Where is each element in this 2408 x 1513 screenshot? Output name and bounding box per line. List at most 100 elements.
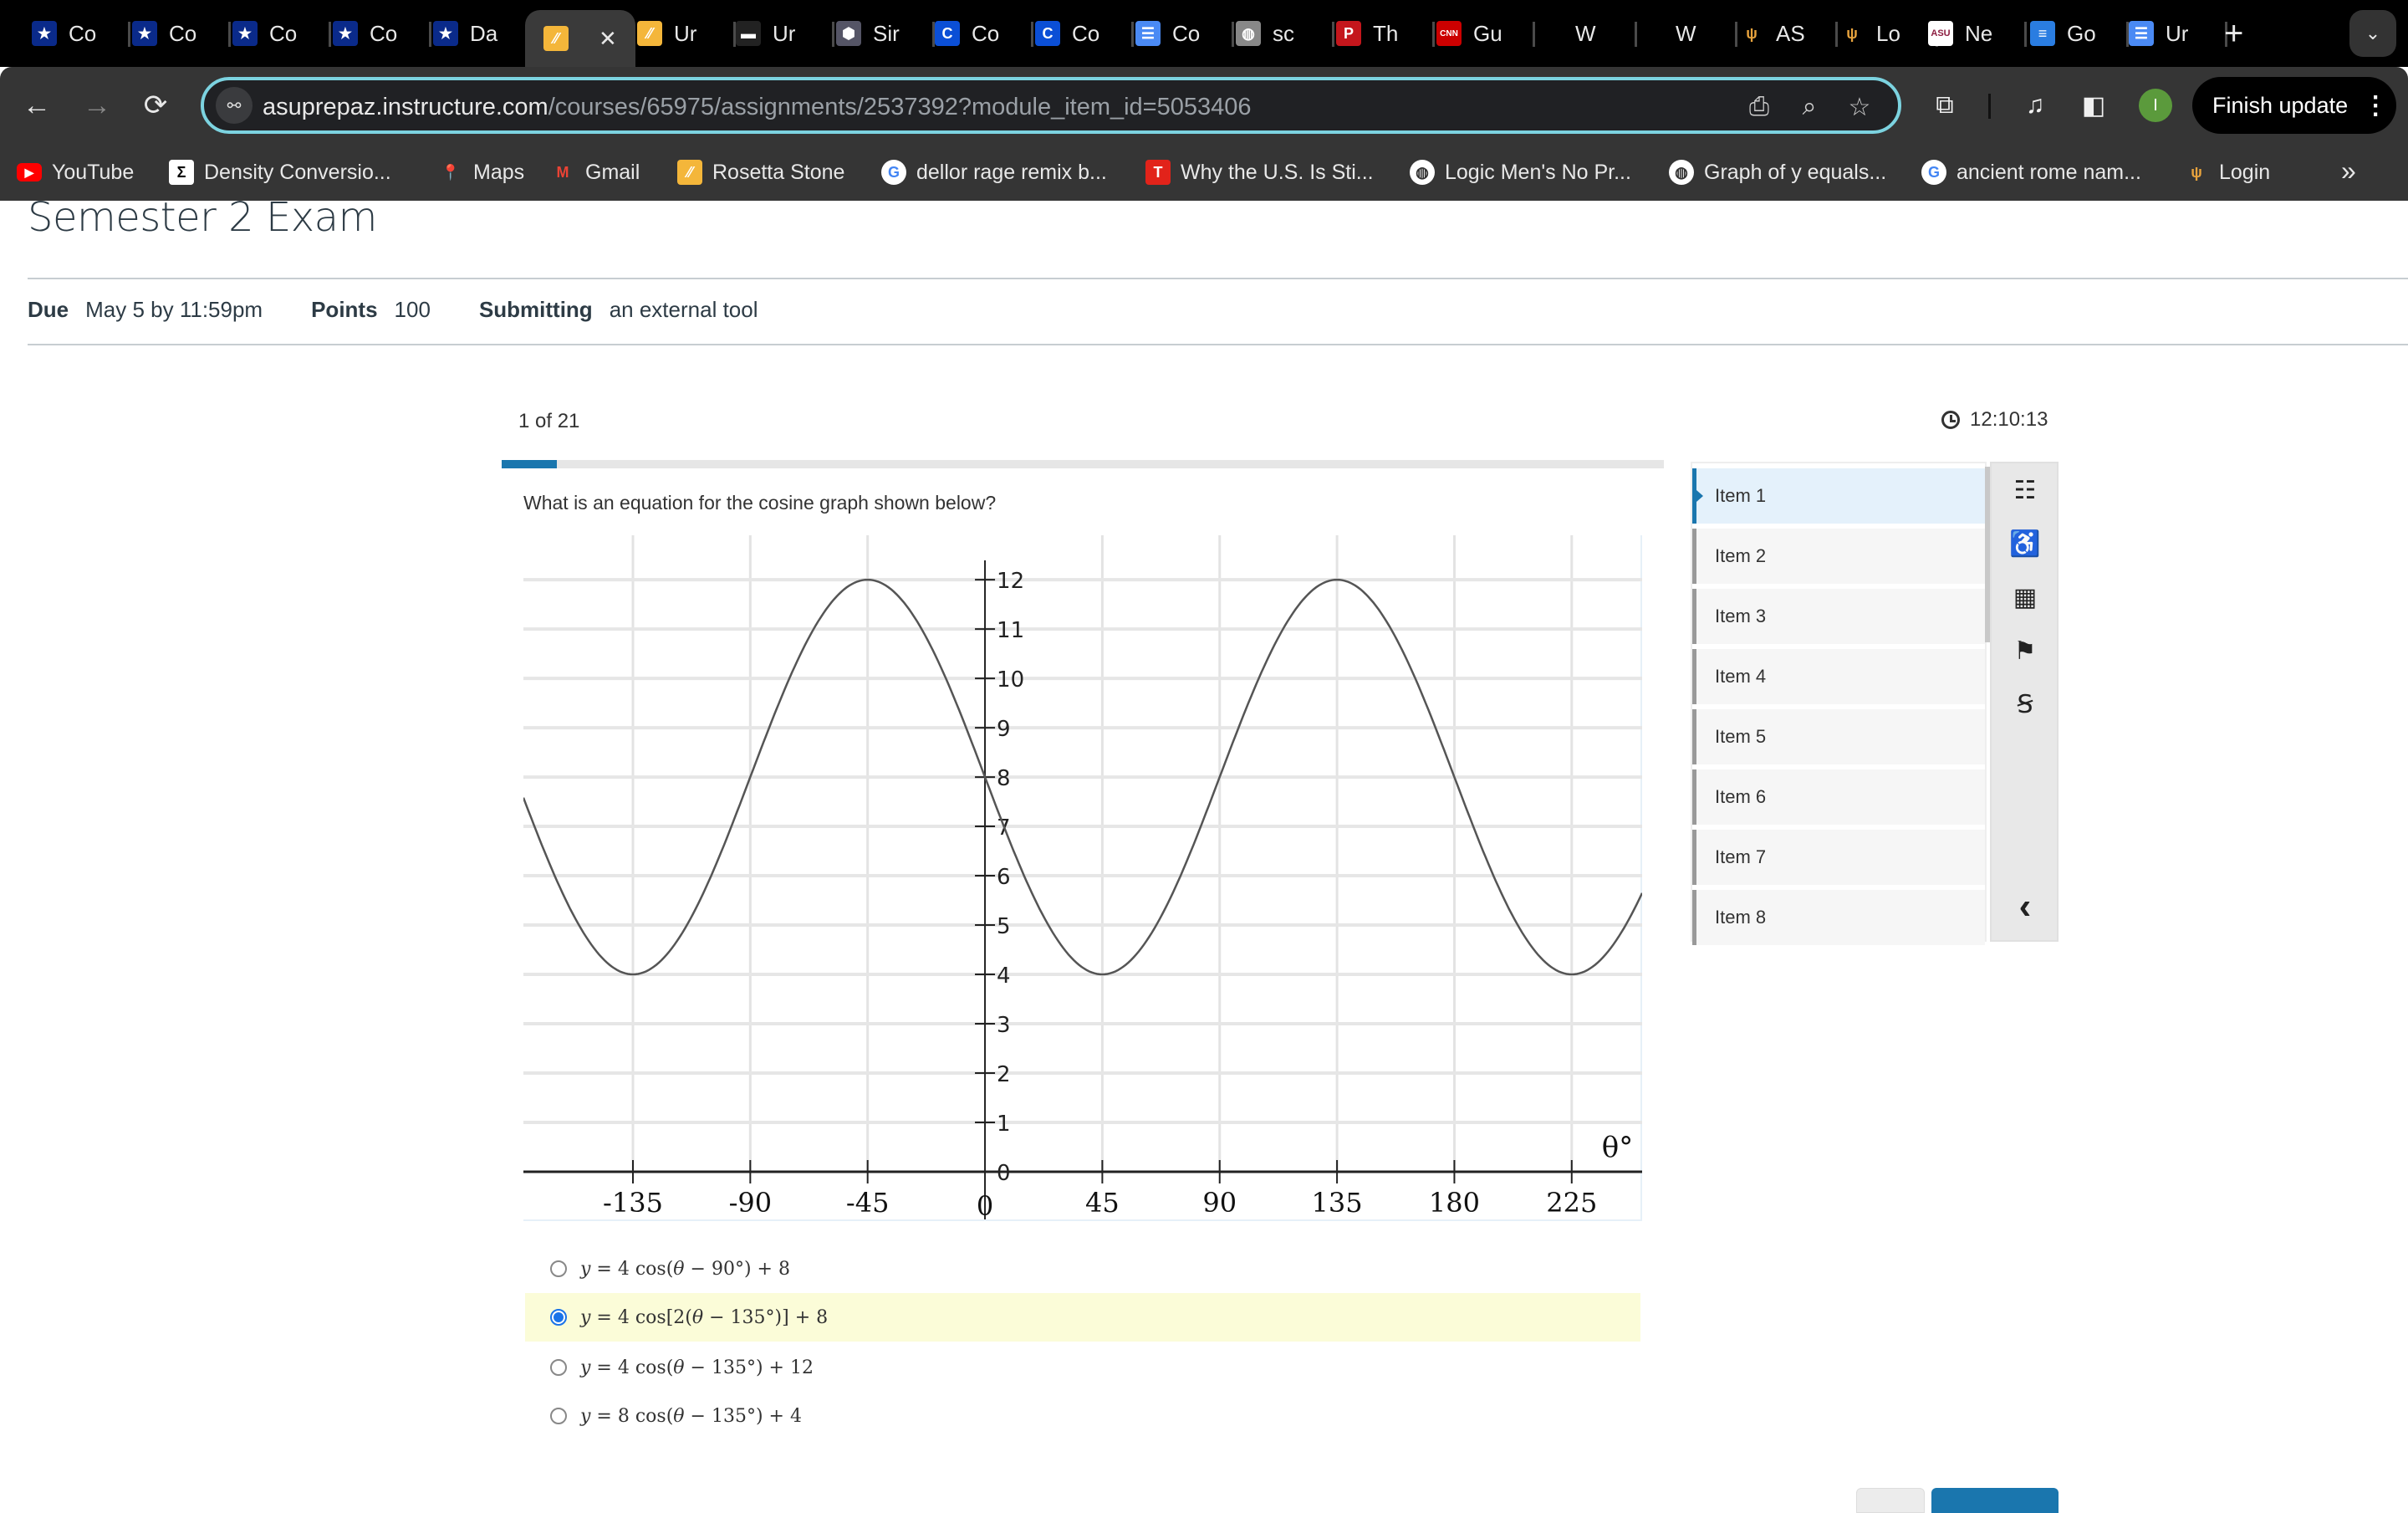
pitchfork-icon: ψ xyxy=(1746,24,1758,42)
zoom-icon[interactable]: ⌕ xyxy=(1793,90,1826,124)
browser-tab[interactable]: ◍ sc xyxy=(1236,15,1334,52)
bookmark-item[interactable]: M Gmail xyxy=(550,157,640,187)
bookmark-item[interactable]: Gdellor rage remix b... xyxy=(881,157,1107,187)
bookmark-item[interactable]: Σ Density Conversio... xyxy=(169,157,391,187)
tab-close-icon[interactable]: ✕ xyxy=(599,26,617,52)
browser-tab[interactable]: ⁄⁄ ✕ xyxy=(525,10,635,67)
nav-item-1[interactable]: Item 1 xyxy=(1692,468,1985,524)
radio-button[interactable] xyxy=(550,1359,567,1376)
nav-item-6[interactable]: Item 6 xyxy=(1692,769,1985,825)
answer-choice[interactable]: y = 4 cos(θ − 135°) + 12 xyxy=(525,1343,1640,1392)
browser-tab[interactable]: CNN Gu xyxy=(1436,15,1535,52)
y-tick-label: 6 xyxy=(997,865,1011,890)
calculator-icon[interactable]: ▦ xyxy=(2008,580,2042,614)
item-list-icon[interactable]: ☷ xyxy=(2008,473,2042,507)
nav-item-8[interactable]: Item 8 xyxy=(1692,890,1985,945)
bookmark-item[interactable]: 📍 Maps xyxy=(438,157,524,187)
more-bookmarks-icon[interactable]: » xyxy=(2341,156,2356,187)
bookmark-item[interactable]: ⁄⁄ Rosetta Stone xyxy=(677,157,844,187)
tab-title: Th xyxy=(1373,20,1399,46)
browser-tab[interactable]: C Co xyxy=(1035,15,1134,52)
x-tick-label: 225 xyxy=(1546,1187,1597,1219)
site-info-icon[interactable]: ⚯ xyxy=(216,87,253,124)
browser-tab[interactable]: ⬢ Sir xyxy=(836,15,935,52)
tab-title: Co xyxy=(169,20,197,46)
browser-tab[interactable]: C Co xyxy=(935,15,1033,52)
bookmark-item[interactable]: ◍ Logic Men's No Pr... xyxy=(1410,157,1631,187)
nav-item-4[interactable]: Item 4 xyxy=(1692,649,1985,704)
nav-item-7[interactable]: Item 7 xyxy=(1692,830,1985,885)
install-app-icon[interactable]: ⎙ xyxy=(1742,90,1776,124)
nav-item-3[interactable]: Item 3 xyxy=(1692,589,1985,644)
bookmark-star-icon[interactable]: ☆ xyxy=(1843,90,1876,124)
address-bar[interactable]: ⚯ asuprepaz.instructure.com/courses/6597… xyxy=(201,77,1901,134)
tab-separator xyxy=(228,22,231,47)
browser-tab[interactable]: W xyxy=(1538,15,1637,52)
collapse-chevron-icon[interactable]: ‹ xyxy=(2008,886,2042,927)
browser-tab[interactable]: ★ Co xyxy=(333,15,431,52)
browser-tab[interactable]: ASU Ne xyxy=(1928,15,2027,52)
browser-tab[interactable]: ☰ Ur xyxy=(2129,15,2227,52)
sigma-icon: Σ xyxy=(169,160,194,185)
browser-tab[interactable]: ★ Co xyxy=(232,15,331,52)
pitchfork-icon: ψ xyxy=(2191,163,2202,181)
answer-choice[interactable]: y = 4 cos[2(θ − 135°)] + 8 xyxy=(525,1293,1640,1342)
cosine-graph: -135 -90 -45 0 45 90 135 180 225 0 1 2 3 4 5 6 7 8 9 10 11 12… xyxy=(523,535,1642,1221)
strikethrough-icon[interactable]: Ꞩ xyxy=(2008,687,2042,721)
browser-tab[interactable]: ψ Lo xyxy=(1839,15,1938,52)
tab-title: Ur xyxy=(773,20,796,46)
question-counter: 1 of 21 xyxy=(518,410,580,432)
tab-separator xyxy=(2024,22,2027,47)
due-value: May 5 by 11:59pm xyxy=(85,297,263,322)
extensions-puzzle-icon[interactable]: ⧉ xyxy=(1926,87,1963,124)
tab-title: Co xyxy=(370,20,398,46)
previous-button[interactable] xyxy=(1856,1488,1925,1513)
profile-avatar[interactable]: I xyxy=(2139,89,2172,122)
bookmark-item[interactable]: ◍ Graph of y equals... xyxy=(1669,157,1886,187)
browser-tab[interactable]: ψ AS xyxy=(1739,15,1838,52)
finish-update-button[interactable]: Finish update ⋮ xyxy=(2192,77,2396,134)
tab-title: Gu xyxy=(1473,20,1502,46)
browser-tab[interactable]: W xyxy=(1639,15,1737,52)
browser-tab[interactable]: ☰ Co xyxy=(1135,15,1234,52)
forward-button[interactable]: → xyxy=(77,85,117,125)
reload-button[interactable]: ⟳ xyxy=(135,85,176,125)
equation-part: θ xyxy=(691,1306,704,1328)
radio-button[interactable] xyxy=(550,1408,567,1424)
next-button[interactable] xyxy=(1931,1488,2059,1513)
answer-choice[interactable]: y = 8 cos(θ − 135°) + 4 xyxy=(525,1392,1640,1440)
bookmark-item[interactable]: T Why the U.S. Is Sti... xyxy=(1145,157,1374,187)
y-tick-label: 8 xyxy=(997,766,1011,791)
equation-part: − 90°) + 8 xyxy=(684,1258,790,1280)
kebab-menu-icon[interactable]: ⋮ xyxy=(2363,91,2388,120)
accessibility-icon[interactable]: ♿ xyxy=(2008,527,2042,560)
browser-tab[interactable]: ★ Da xyxy=(433,15,532,52)
nav-item-2[interactable]: Item 2 xyxy=(1692,529,1985,584)
nav-item-5[interactable]: Item 5 xyxy=(1692,709,1985,764)
bookmark-item[interactable]: ψ Login xyxy=(2184,157,2270,187)
side-panel-icon[interactable]: ◧ xyxy=(2075,87,2112,124)
nav-item-label: Item 3 xyxy=(1715,606,1767,626)
bookmark-item[interactable]: Gancient rome nam... xyxy=(1921,157,2141,187)
radio-button[interactable] xyxy=(550,1260,567,1277)
browser-tab[interactable]: P Th xyxy=(1336,15,1435,52)
answer-choice[interactable]: y = 4 cos(θ − 90°) + 8 xyxy=(525,1245,1640,1293)
tab-search-button[interactable]: ⌄ xyxy=(2349,10,2396,57)
exam-timer: 12:10:13 xyxy=(1941,408,2048,432)
browser-tab[interactable]: ★ Co xyxy=(132,15,231,52)
media-control-icon[interactable]: ♫ xyxy=(2017,87,2053,124)
item-navigator: Item 1 Item 2 Item 3 Item 4 Item 5 Item 6 Item… xyxy=(1691,462,1987,945)
url-text[interactable]: asuprepaz.instructure.com/courses/65975/… xyxy=(263,94,1252,121)
browser-tab[interactable]: ▬ Ur xyxy=(736,15,834,52)
x-tick-label: 180 xyxy=(1429,1187,1480,1219)
browser-tab[interactable]: ★ Co xyxy=(32,15,130,52)
blank-favicon-icon xyxy=(1538,21,1564,46)
radio-button[interactable] xyxy=(550,1309,567,1326)
back-button[interactable]: ← xyxy=(17,85,57,125)
tab-separator xyxy=(429,22,431,47)
bookmark-item[interactable]: ▶ YouTube xyxy=(17,157,134,187)
flag-icon[interactable]: ⚑ xyxy=(2008,634,2042,667)
browser-tab[interactable]: ≡ Go xyxy=(2030,15,2129,52)
new-tab-button[interactable]: + xyxy=(2224,17,2243,50)
browser-tab[interactable]: ⁄⁄ Ur xyxy=(637,15,736,52)
